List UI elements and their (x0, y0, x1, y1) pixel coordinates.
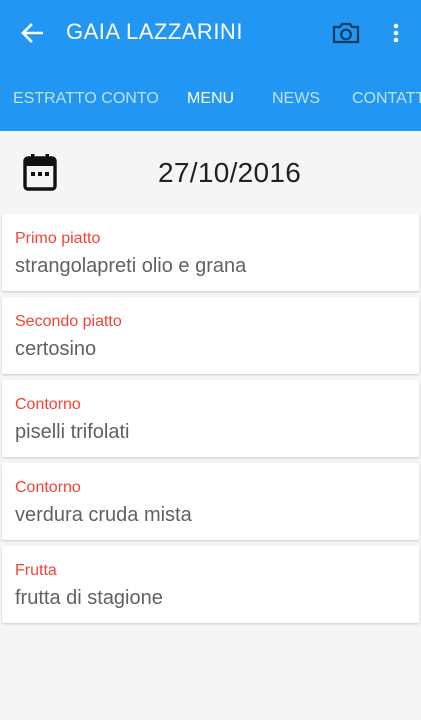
dish-name: verdura cruda mista (15, 504, 192, 526)
course-label: Secondo piatto (15, 313, 122, 330)
course-label: Primo piatto (15, 230, 101, 247)
tab-contatti[interactable]: CONTATTI (352, 90, 421, 108)
app-bar: GAIA LAZZARINI ESTRATTO CONTO MENU NEWS … (0, 0, 421, 131)
tab-bar: ESTRATTO CONTO MENU NEWS CONTATTI (0, 66, 421, 131)
course-label: Frutta (15, 562, 57, 579)
arrow-back-icon (21, 23, 43, 43)
date-selector: 27/10/2016 (0, 131, 421, 213)
camera-button[interactable] (329, 16, 363, 50)
toolbar: GAIA LAZZARINI (0, 0, 421, 66)
menu-item-card: Contorno verdura cruda mista (2, 463, 419, 540)
tab-estratto-conto[interactable]: ESTRATTO CONTO (13, 90, 159, 108)
tab-menu[interactable]: MENU (187, 90, 234, 108)
calendar-icon[interactable] (22, 153, 58, 191)
dish-name: piselli trifolati (15, 421, 130, 443)
menu-item-card: Contorno piselli trifolati (2, 380, 419, 457)
tab-news[interactable]: NEWS (272, 90, 320, 108)
course-label: Contorno (15, 396, 81, 413)
more-options-button[interactable] (384, 16, 408, 50)
more-vert-icon (393, 23, 399, 43)
menu-item-card: Frutta frutta di stagione (2, 546, 419, 623)
dish-name: certosino (15, 338, 97, 360)
camera-icon (332, 22, 360, 44)
back-button[interactable] (14, 17, 50, 49)
dish-name: frutta di stagione (15, 587, 163, 609)
menu-item-card: Primo piatto strangolapreti olio e grana (2, 214, 419, 291)
menu-item-card: Secondo piatto certosino (2, 297, 419, 374)
selected-date[interactable]: 27/10/2016 (158, 157, 301, 189)
page-title: GAIA LAZZARINI (66, 19, 243, 44)
dish-name: strangolapreti olio e grana (15, 255, 247, 277)
course-label: Contorno (15, 479, 81, 496)
